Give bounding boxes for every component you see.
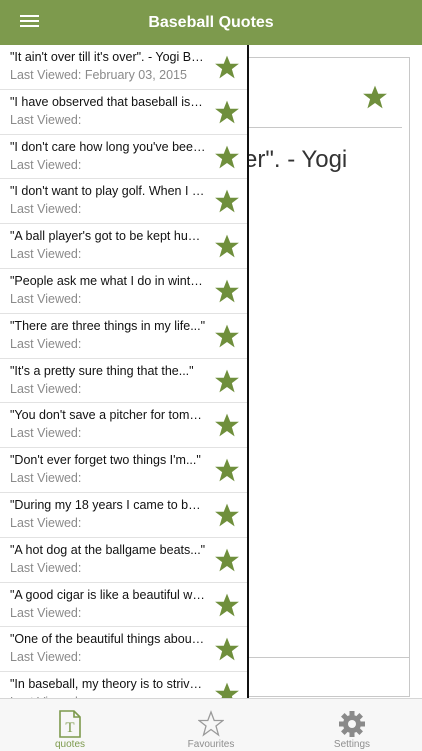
svg-text:T: T <box>65 720 74 736</box>
quote-list-item[interactable]: "It's a pretty sure thing that the..." La… <box>0 359 247 404</box>
favourite-star-icon[interactable] <box>362 84 388 110</box>
tab-quotes[interactable]: T quotes <box>0 699 140 751</box>
favourite-star-icon[interactable] <box>214 54 240 80</box>
favourite-star-icon[interactable] <box>214 368 240 394</box>
quote-title: "Don't ever forget two things I'm..." <box>10 453 201 468</box>
last-viewed-label: Last Viewed: <box>10 381 82 396</box>
quote-list-item[interactable]: "A hot dog at the ballgame beats..." Last… <box>0 538 247 583</box>
last-viewed-label: Last Viewed: <box>10 247 82 262</box>
quote-title: "In baseball, my theory is to strive..." <box>10 677 206 692</box>
quotes-drawer: "It ain't over till it's over". - Yogi B… <box>0 45 249 698</box>
quote-list-item[interactable]: "I don't care how long you've been playi… <box>0 135 247 180</box>
quote-title: "I don't want to play golf. When I hit a… <box>10 184 206 199</box>
last-viewed-label: Last Viewed: <box>10 426 82 441</box>
star-outline-icon <box>198 710 224 737</box>
favourite-star-icon[interactable] <box>214 188 240 214</box>
quote-title: "A hot dog at the ballgame beats..." <box>10 542 206 557</box>
last-viewed-label: Last Viewed: <box>10 157 82 172</box>
last-viewed-label: Last Viewed: <box>10 291 82 306</box>
last-viewed-label: Last Viewed: <box>10 202 82 217</box>
quote-list-item[interactable]: "A ball player's got to be kept hungry..… <box>0 224 247 269</box>
quote-list-item[interactable]: "One of the beautiful things about..." La… <box>0 627 247 673</box>
last-viewed-label: Last Viewed: <box>10 471 82 486</box>
favourite-star-icon[interactable] <box>214 547 240 573</box>
quote-list-item[interactable]: "During my 18 years I came to bat..." Las… <box>0 493 247 538</box>
quote-title: "You don't save a pitcher for tomorrow..… <box>10 408 206 423</box>
quote-title: "During my 18 years I came to bat..." <box>10 497 206 512</box>
quote-title: "People ask me what I do in winter..." <box>10 273 206 288</box>
tab-bar: T quotes Favourites Settings <box>0 698 422 751</box>
page-title: Baseball Quotes <box>148 14 274 31</box>
quote-list-item[interactable]: "Don't ever forget two things I'm..." Las… <box>0 448 247 493</box>
favourite-star-icon[interactable] <box>214 233 240 259</box>
navigation-bar: Baseball Quotes <box>0 0 422 45</box>
quote-list-item[interactable]: "I have observed that baseball is not un… <box>0 90 247 135</box>
favourite-star-icon[interactable] <box>214 592 240 618</box>
last-viewed-label: Last Viewed: February 03, 2015 <box>10 68 187 82</box>
last-viewed-label: Last Viewed: <box>10 336 82 351</box>
quote-list-item[interactable]: "In baseball, my theory is to strive..."… <box>0 672 247 698</box>
quote-list-item[interactable]: "It ain't over till it's over". - Yogi B… <box>0 45 247 90</box>
quote-list-item[interactable]: "People ask me what I do in winter..." La… <box>0 269 247 314</box>
last-viewed-label: Last Viewed: <box>10 605 82 620</box>
tab-favourites[interactable]: Favourites <box>141 699 281 751</box>
tab-label: Settings <box>333 739 371 750</box>
tab-label: quotes <box>54 739 86 750</box>
quote-title: "A ball player's got to be kept hungry..… <box>10 229 206 244</box>
favourite-star-icon[interactable] <box>214 323 240 349</box>
quote-list-item[interactable]: "There are three things in my life..." La… <box>0 314 247 359</box>
quote-title: "One of the beautiful things about..." <box>10 632 206 647</box>
favourite-star-icon[interactable] <box>214 636 240 662</box>
favourite-star-icon[interactable] <box>214 144 240 170</box>
favourite-star-icon[interactable] <box>214 681 240 698</box>
quote-text: ver". - Yogi <box>232 146 348 173</box>
gear-icon <box>339 711 365 737</box>
quote-title: "It's a pretty sure thing that the..." <box>10 363 194 378</box>
last-viewed-label: Last Viewed: <box>10 515 82 530</box>
quote-list-item[interactable]: "I don't want to play golf. When I hit a… <box>0 179 247 225</box>
quote-title: "I don't care how long you've been playi… <box>10 139 206 154</box>
last-viewed-label: Last Viewed: <box>10 560 82 575</box>
last-viewed-label: Last Viewed: <box>10 112 82 127</box>
quote-list-item[interactable]: "You don't save a pitcher for tomorrow..… <box>0 403 247 449</box>
favourite-star-icon[interactable] <box>214 99 240 125</box>
favourite-star-icon[interactable] <box>214 502 240 528</box>
quote-title: "There are three things in my life..." <box>10 318 206 333</box>
favourite-star-icon[interactable] <box>214 457 240 483</box>
divider <box>248 657 410 658</box>
tab-settings[interactable]: Settings <box>282 699 422 751</box>
quote-title: "I have observed that baseball is not un… <box>10 94 206 109</box>
quote-title: "A good cigar is like a beautiful woman.… <box>10 587 206 602</box>
quote-title: "It ain't over till it's over". - Yogi B… <box>10 50 206 64</box>
last-viewed-label: Last Viewed: <box>10 650 82 665</box>
favourite-star-icon[interactable] <box>214 278 240 304</box>
quote-document-icon: T <box>59 710 81 738</box>
tab-label: Favourites <box>187 739 235 750</box>
quote-list-item[interactable]: "A good cigar is like a beautiful woman.… <box>0 583 247 628</box>
favourite-star-icon[interactable] <box>214 412 240 438</box>
